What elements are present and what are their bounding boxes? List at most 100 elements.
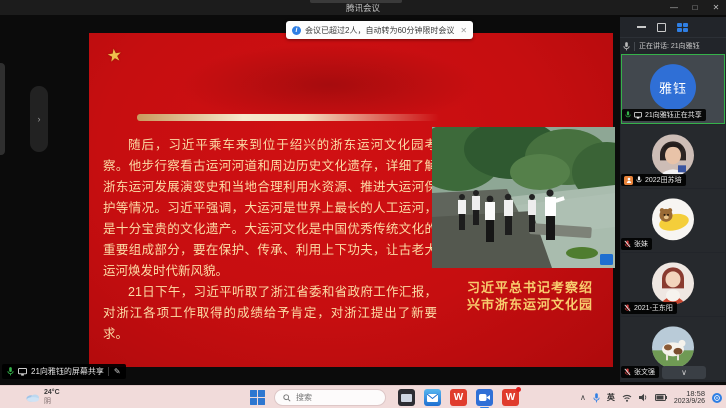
tencent-meeting-app-icon[interactable] — [476, 389, 493, 406]
speaking-now-label: 正在讲话: 21向雅钰 — [639, 41, 700, 51]
search-icon — [283, 394, 291, 402]
screen-share-icon — [18, 368, 27, 376]
sharing-screen-icon — [634, 112, 642, 119]
speaker-icon[interactable] — [639, 393, 648, 402]
participant-name: 2021-王东阳 — [634, 303, 673, 313]
notification-center-icon[interactable] — [712, 393, 722, 403]
tencent-meeting-window: 腾讯会议 — □ ✕ › ★ 随后，习近平乘车来到位于绍兴的浙东运河文化园考察。… — [0, 0, 726, 408]
gallery-view-icon[interactable] — [677, 23, 688, 32]
input-language-indicator[interactable]: 英 — [607, 392, 615, 403]
search-input[interactable] — [296, 393, 376, 402]
screen-share-status-pill[interactable]: 21向雅钰的屏幕共享 ✎ — [2, 364, 126, 379]
windows-taskbar: 24°C 阴 W W ∧ — [0, 385, 726, 408]
sidebar-toolbar — [620, 17, 726, 37]
date: 2023/9/26 — [674, 398, 705, 406]
weather-widget[interactable]: 24°C 阴 — [26, 388, 60, 406]
divider — [634, 42, 635, 51]
tray-mic-icon[interactable] — [593, 393, 600, 403]
mic-muted-icon — [624, 240, 631, 248]
speaking-mic-icon — [623, 42, 630, 51]
collapse-tiles-button[interactable]: ∨ — [662, 366, 706, 379]
battery-icon[interactable] — [655, 394, 667, 401]
weather-condition: 阴 — [44, 397, 60, 406]
photo-illustration — [432, 127, 615, 268]
avatar-cow-photo — [652, 326, 694, 368]
share-owner-label: 21向雅钰的屏幕共享 — [31, 366, 104, 377]
annotate-pen-icon[interactable]: ✎ — [108, 367, 121, 376]
photo-caption: 习近平总书记考察绍 兴市浙东运河文化园 — [445, 279, 615, 313]
left-docked-panel[interactable] — [0, 63, 5, 155]
video-tile[interactable]: 张文强 ∨ — [621, 317, 725, 380]
tray-overflow-icon[interactable]: ∧ — [580, 393, 586, 402]
presentation-slide: ★ 随后，习近平乘车来到位于绍兴的浙东运河文化园考察。他步行察看古运河河道和周边… — [89, 33, 613, 367]
slide-body-text: 随后，习近平乘车来到位于绍兴的浙东运河文化园考察。他步行察看古运河河道和周边历史… — [103, 135, 437, 345]
tile-name-label: 张妹 — [621, 238, 652, 250]
video-tile[interactable]: 2022田苏培 — [621, 125, 725, 188]
tile-name-label: 张文强 — [621, 366, 659, 378]
caption-line-2: 兴市浙东运河文化园 — [445, 296, 615, 313]
mic-muted-icon — [624, 368, 631, 376]
mic-on-icon — [636, 176, 642, 184]
participant-name: 张妹 — [634, 239, 648, 249]
titlebar-drag-tab[interactable] — [310, 0, 402, 3]
star-icon: ★ — [106, 45, 124, 67]
titlebar: 腾讯会议 — □ ✕ — [0, 0, 726, 15]
wps-docs-icon[interactable]: W — [502, 389, 519, 406]
cloud-icon — [26, 392, 40, 402]
notification-close-icon[interactable]: ✕ — [460, 26, 467, 35]
chevron-down-icon: ∨ — [681, 368, 687, 377]
sidebar-minimize-icon[interactable] — [637, 26, 646, 28]
video-tile-sharer[interactable]: 雅钰 21向雅钰正在共享 — [621, 54, 725, 124]
mail-app-icon[interactable] — [424, 389, 441, 406]
participant-name: 21向雅钰正在共享 — [645, 110, 702, 120]
avatar-photo-girl — [652, 134, 694, 176]
slide-background-motif — [179, 43, 479, 113]
close-button[interactable]: ✕ — [710, 3, 722, 12]
video-tiles-list: 雅钰 21向雅钰正在共享 — [620, 54, 726, 382]
participant-name: 2022田苏培 — [645, 175, 682, 185]
mic-on-icon — [7, 367, 14, 376]
avatar-banana-bear — [652, 198, 694, 240]
tile-name-label: 2021-王东阳 — [621, 302, 677, 314]
caption-line-1: 习近平总书记考察绍 — [445, 279, 615, 296]
taskbar-clock[interactable]: 18:58 2023/9/26 — [674, 390, 705, 406]
chevron-right-icon: › — [38, 114, 41, 124]
minimize-button[interactable]: — — [668, 3, 680, 12]
video-tile[interactable]: 张妹 — [621, 189, 725, 252]
panel-expand-toggle[interactable]: › — [30, 86, 48, 152]
active-speaker-bar: 正在讲话: 21向雅钰 — [620, 37, 726, 54]
photo-logo-badge — [600, 254, 613, 265]
notification-dot — [516, 387, 521, 392]
wifi-icon[interactable] — [622, 394, 632, 402]
decorative-ribbon — [137, 114, 439, 121]
avatar-anime-girl — [652, 262, 694, 304]
shared-screen-stage: › ★ 随后，习近平乘车来到位于绍兴的浙东运河文化园考察。他步行察看古运河河道和… — [0, 15, 726, 385]
wps-office-icon[interactable]: W — [450, 389, 467, 406]
co-host-badge-icon — [624, 176, 633, 185]
pinned-apps: W W — [398, 389, 519, 406]
window-title: 腾讯会议 — [346, 2, 380, 14]
avatar: 雅钰 — [650, 64, 696, 110]
layout-mode-icon[interactable] — [657, 23, 666, 32]
canal-inspection-photo — [432, 127, 615, 268]
video-tile[interactable]: 2021-王东阳 — [621, 253, 725, 316]
mic-on-icon — [625, 111, 631, 119]
time: 18:58 — [674, 390, 705, 398]
system-tray: ∧ 英 18:58 2023/9 — [580, 386, 726, 408]
slide-paragraph-2: 21日下午，习近平听取了浙江省委和省政府工作汇报，对浙江各项工作取得的成绩给予肯… — [103, 282, 437, 345]
window-controls: — □ ✕ — [668, 0, 722, 15]
file-explorer-icon[interactable] — [398, 389, 415, 406]
info-icon: i — [292, 26, 301, 35]
tile-name-label: 2022田苏培 — [621, 174, 686, 186]
taskbar-search[interactable] — [274, 389, 386, 406]
meeting-limit-notification: i 会议已超过2人，自动转为60分钟限时会议 ✕ — [286, 21, 473, 39]
participants-sidebar: 正在讲话: 21向雅钰 雅钰 21向雅钰正在共享 — [620, 17, 726, 382]
maximize-button[interactable]: □ — [689, 3, 701, 12]
weather-temp: 24°C — [44, 388, 60, 397]
slide-paragraph-1: 随后，习近平乘车来到位于绍兴的浙东运河文化园考察。他步行察看古运河河道和周边历史… — [103, 135, 437, 282]
start-button[interactable] — [250, 390, 265, 405]
notification-text: 会议已超过2人，自动转为60分钟限时会议 — [305, 25, 454, 36]
mic-muted-icon — [624, 304, 631, 312]
participant-name: 张文强 — [634, 367, 655, 377]
tile-name-label: 21向雅钰正在共享 — [622, 109, 706, 121]
